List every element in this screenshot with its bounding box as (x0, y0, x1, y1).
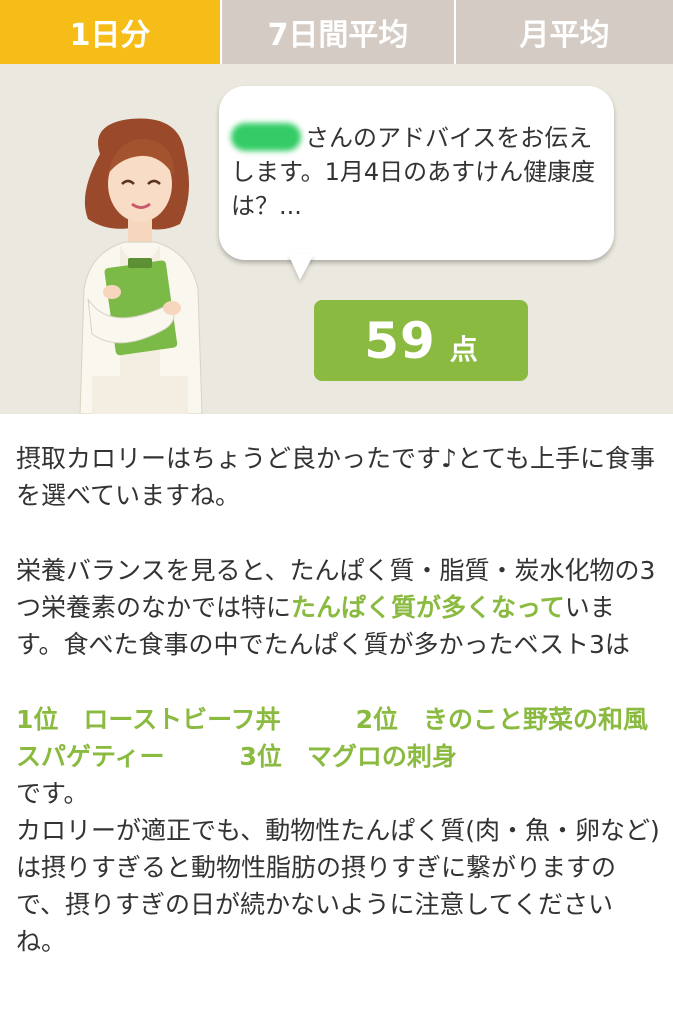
health-score-badge: 59 点 (314, 300, 528, 381)
nutrition-balance-comment: 栄養バランスを見ると、たんぱく質・脂質・炭水化物の3つ栄養素のなかでは特にたんぱ… (16, 556, 656, 659)
advice-body: 摂取カロリーはちょうど良かったです♪とても上手に食事を選べていますね。 栄養バラ… (16, 440, 661, 960)
speech-bubble-tail (288, 254, 314, 280)
tab-7-day-average[interactable]: 7日間平均 (222, 0, 456, 64)
score-value: 59 (364, 311, 436, 370)
calorie-comment: 摂取カロリーはちょうど良かったです♪とても上手に食事を選べていますね。 (16, 444, 655, 510)
score-unit: 点 (449, 332, 478, 366)
blurred-user-name (231, 123, 301, 151)
protein-top3-list: 1位 ローストビーフ丼 2位 きのこと野菜の和風スパゲティー 3位 マグロの刺身 (16, 705, 649, 771)
protein-highlight: たんぱく質が多くなって (291, 593, 565, 622)
tab-1-day[interactable]: 1日分 (0, 0, 222, 64)
advice-speech-bubble: さんのアドバイスをお伝えします。1月4日のあすけん健康度は？... (219, 86, 614, 260)
period-tabs: 1日分 7日間平均 月平均 (0, 0, 673, 64)
protein-caution-comment: カロリーが適正でも、動物性たんぱく質(肉・魚・卵など)は摂りすぎると動物性脂肪の… (16, 816, 660, 956)
advice-hero: さんのアドバイスをお伝えします。1月4日のあすけん健康度は？... 59 点 (0, 64, 673, 414)
top3-suffix: です。 (16, 779, 89, 808)
tab-monthly-average[interactable]: 月平均 (456, 0, 673, 64)
advisor-illustration (79, 118, 203, 414)
